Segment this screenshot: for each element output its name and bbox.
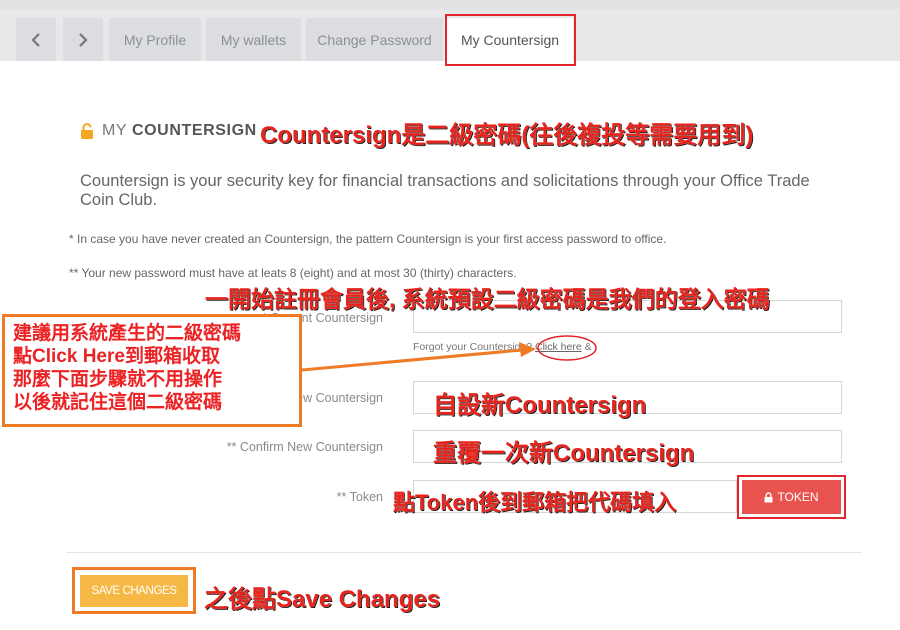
annotation-box: 建議用系統產生的二級密碼 點Click Here到郵箱收取 那麼下面步驟就不用操… [2,314,302,427]
tab-my-profile[interactable]: My Profile [109,18,201,61]
tab-my-countersign[interactable]: My Countersign [447,18,573,61]
tab-bar-top-strip [0,0,900,9]
token-button-label: TOKEN [777,490,819,504]
click-here-link[interactable]: Click here [535,341,582,353]
annotation-box-line: 以後就記住這個二級密碼 [13,392,223,413]
token-button[interactable]: TOKEN [742,480,841,514]
annotation-arrow-line [301,348,523,372]
lock-icon [764,491,773,502]
confirm-countersign-label: ** Confirm New Countersign [226,440,383,454]
note-first-countersign: * In case you have never created an Coun… [69,232,667,246]
section-title: MY COUNTERSIGN [102,122,257,140]
annotation-box-line: 那麼下面步驟就不用操作 [13,369,223,390]
tab-change-password[interactable]: Change Password [306,18,443,61]
forgot-suffix: & [584,341,592,353]
section-heading: MY COUNTERSIGN [80,122,257,140]
chevron-right-icon [79,32,88,47]
tab-bar: My Profile My wallets Change Password My… [0,0,900,61]
annotation-title-note: Countersign是二級密碼(往後複投等需要用到) [260,122,754,149]
section-title-strong: COUNTERSIGN [131,122,257,139]
tab-forward-button[interactable] [63,18,103,61]
form-divider [66,552,862,553]
chevron-left-icon [31,32,40,47]
lock-icon [81,122,93,139]
note-password-length: ** Your new password must have at leats … [69,266,517,280]
annotation-confirm-note: 重覆一次新Countersign [433,440,695,467]
tab-my-wallets[interactable]: My wallets [206,18,301,61]
section-title-prefix: MY [102,122,127,139]
tab-back-button[interactable] [16,18,56,61]
forgot-countersign-text: Forgot your Countersign? [413,341,533,353]
annotation-save-note: 之後點Save Changes [204,586,441,613]
save-changes-button[interactable]: SAVE CHANGES [80,575,188,607]
annotation-new-note: 自設新Countersign [433,392,647,419]
forgot-countersign-line: Forgot your Countersign? Click here & [413,341,592,353]
section-description: Countersign is your security key for fin… [80,172,810,209]
token-label: ** Token [336,490,383,504]
annotation-box-line: 點Click Here到郵箱收取 [13,346,220,367]
annotation-token-note: 點Token後到郵箱把代碼填入 [393,490,677,515]
annotation-box-line: 建議用系統產生的二級密碼 [13,323,242,344]
annotation-default-note: 一開始註冊會員後, 系統預設二級密碼是我們的登入密碼 [205,286,770,312]
